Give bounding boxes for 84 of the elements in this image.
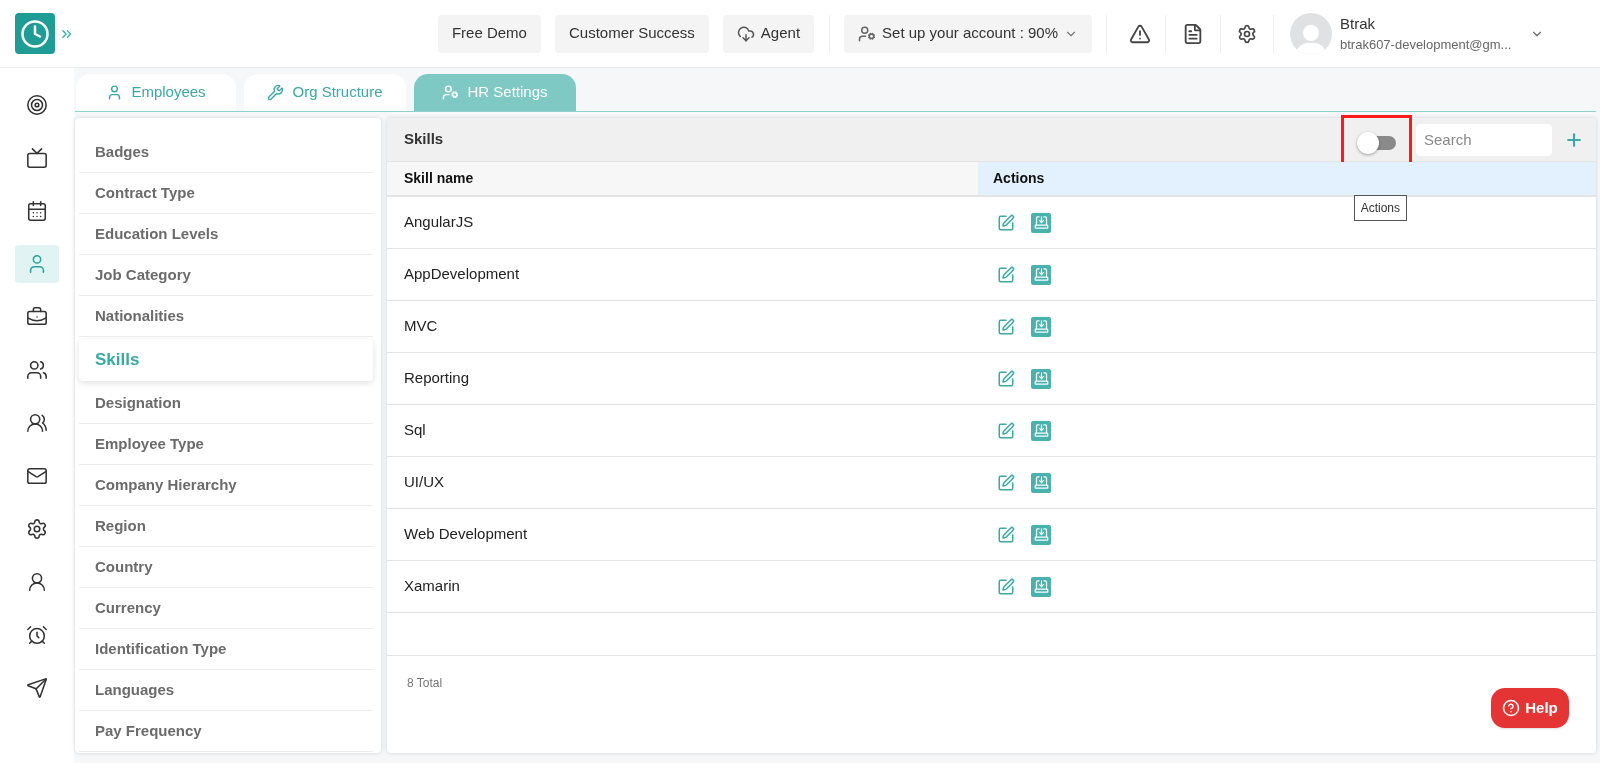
table-cell-text: Web Development <box>403 524 529 545</box>
table-cell-text: UI/UX <box>403 472 445 493</box>
settings-menu-item[interactable]: Identification Type <box>79 629 373 670</box>
archive-icon[interactable] <box>1031 264 1051 285</box>
send-icon <box>26 677 48 699</box>
header-button[interactable]: Free Demo <box>437 14 541 53</box>
edit-icon[interactable] <box>997 317 1015 336</box>
user-settings-icon <box>858 24 877 43</box>
settings-menu-item[interactable]: Job Category <box>79 255 373 296</box>
table-cell-text: Sql <box>403 420 427 441</box>
archive-icon[interactable] <box>1031 524 1051 545</box>
archive-icon[interactable] <box>1031 576 1051 597</box>
settings-menu-item[interactable]: Languages <box>79 670 373 711</box>
alarm-clock-icon <box>26 624 48 646</box>
archive-icon[interactable] <box>1031 212 1051 233</box>
app-logo[interactable] <box>15 13 55 54</box>
settings-menu-item[interactable]: Designation <box>79 383 373 424</box>
archive-icon[interactable] <box>1031 368 1051 389</box>
settings-menu-item[interactable]: Contract Type <box>79 173 373 214</box>
tooltip: Actions <box>1353 195 1407 221</box>
box-arrow-icon <box>1033 267 1049 282</box>
search-field[interactable]: Search <box>1416 123 1552 156</box>
archive-icon[interactable] <box>1031 420 1051 441</box>
settings-menu-item[interactable]: Company Hierarchy <box>79 465 373 506</box>
cloud-icon <box>736 24 755 43</box>
box-arrow-icon <box>1033 371 1049 386</box>
box-arrow-icon <box>1033 579 1049 594</box>
help-icon <box>1502 699 1521 717</box>
tab[interactable]: Org Structure <box>244 74 406 111</box>
archive-icon[interactable] <box>1031 316 1051 337</box>
settings-menu-item[interactable]: Region <box>79 506 373 547</box>
mail-icon <box>26 465 48 487</box>
settings-menu-item[interactable]: Badges <box>79 132 373 173</box>
table-cell-text: Reporting <box>403 368 471 389</box>
table-cell-text: MVC <box>403 316 439 337</box>
edit-icon[interactable] <box>997 369 1015 388</box>
users-icon <box>26 359 48 381</box>
column-header: Skill name <box>387 162 978 195</box>
settings-menu-item[interactable]: Pay Frequency <box>79 711 373 752</box>
edit-icon[interactable] <box>997 473 1015 492</box>
header-button[interactable]: Customer Success <box>554 14 709 53</box>
table-cell-text: AngularJS <box>403 212 475 233</box>
column-header: Actions <box>978 162 1596 195</box>
settings-icon <box>26 518 48 540</box>
table-cell-text: Xamarin <box>403 576 461 597</box>
edit-icon[interactable] <box>997 525 1015 544</box>
table-cell-text: AppDevelopment <box>403 264 521 285</box>
edit-icon[interactable] <box>997 265 1015 284</box>
edit-icon[interactable] <box>997 421 1015 440</box>
box-arrow-icon <box>1033 319 1049 334</box>
clock-icon <box>19 18 50 49</box>
settings-menu-item[interactable]: Employee Type <box>79 424 373 465</box>
box-arrow-icon <box>1033 475 1049 490</box>
settings-menu-item[interactable]: Nationalities <box>79 296 373 337</box>
tab[interactable]: Employees <box>76 74 236 111</box>
box-arrow-icon <box>1033 527 1049 542</box>
target-icon <box>26 94 48 116</box>
toggle-switch[interactable] <box>1356 131 1397 154</box>
user-settings-icon <box>442 84 460 101</box>
briefcase-icon <box>26 306 48 328</box>
panel-title: Skills <box>404 129 444 150</box>
agent-button[interactable]: Agent <box>722 14 815 53</box>
warning-icon[interactable] <box>1129 22 1151 45</box>
settings-menu-item[interactable]: Education Levels <box>79 214 373 255</box>
settings-menu-item[interactable]: Skills <box>79 339 373 381</box>
box-arrow-icon <box>1033 215 1049 230</box>
user-email: btrak607-development@gm... <box>1340 36 1513 54</box>
archive-icon[interactable] <box>1031 472 1051 493</box>
settings-menu-item[interactable]: Country <box>79 547 373 588</box>
edit-icon[interactable] <box>997 577 1015 596</box>
settings-menu-item[interactable]: Currency <box>79 588 373 629</box>
setup-account-button[interactable]: Set up your account : 90% <box>844 14 1092 53</box>
calendar-icon <box>26 200 48 222</box>
total-count: 8 Total <box>407 676 443 690</box>
edit-icon[interactable] <box>997 213 1015 232</box>
document-icon[interactable] <box>1182 22 1204 45</box>
help-button[interactable]: Help <box>1491 688 1569 728</box>
tv-icon <box>26 147 48 169</box>
settings-icon[interactable] <box>1237 23 1257 44</box>
box-arrow-icon <box>1033 423 1049 438</box>
person-icon <box>26 571 48 593</box>
user-name: Btrak <box>1340 13 1376 34</box>
team-icon <box>26 412 48 434</box>
tools-icon <box>267 84 285 101</box>
